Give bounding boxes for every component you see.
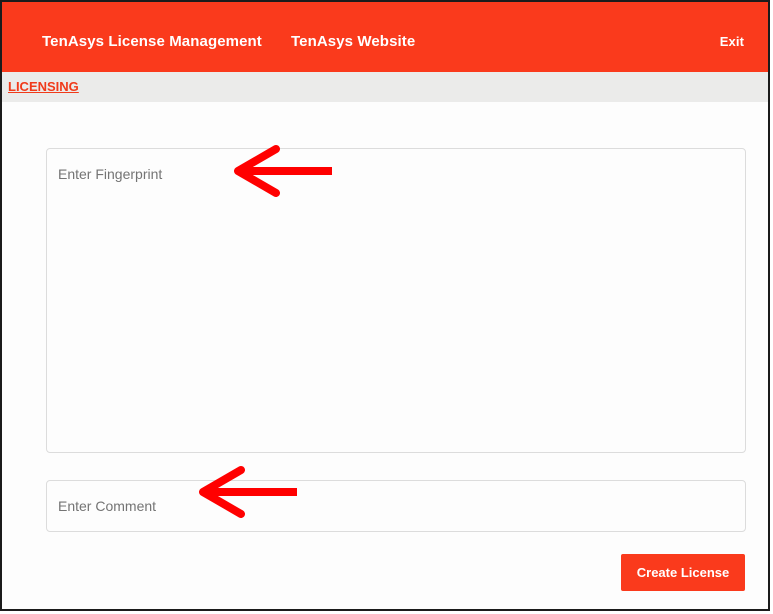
left-arrow-icon (234, 145, 332, 197)
exit-link[interactable]: Exit (720, 34, 744, 49)
nav-brand-link[interactable]: TenAsys License Management (42, 33, 262, 50)
licensing-link[interactable]: LICENSING (8, 79, 79, 94)
app-window: TenAsys License Management TenAsys Websi… (0, 0, 770, 611)
fingerprint-textarea[interactable] (46, 148, 746, 453)
top-navbar: TenAsys License Management TenAsys Websi… (2, 2, 768, 72)
comment-input[interactable] (46, 480, 746, 532)
nav-website-link[interactable]: TenAsys Website (291, 33, 415, 50)
left-arrow-icon (199, 466, 297, 518)
breadcrumb-bar: LICENSING (2, 72, 768, 102)
create-license-button[interactable]: Create License (621, 554, 745, 591)
